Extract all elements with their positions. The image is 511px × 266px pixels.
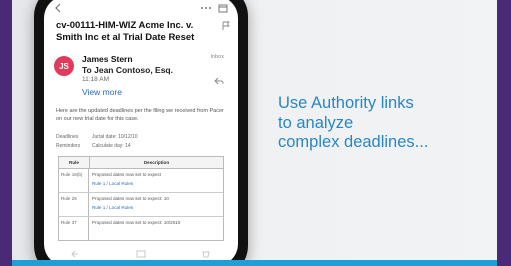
calendar-icon[interactable] bbox=[218, 3, 228, 13]
video-frame: cv-00111-HIM-WIZ Acme Inc. v. Smith Inc … bbox=[0, 0, 511, 266]
email-toolbar bbox=[54, 2, 228, 14]
meta-row: Deadlines Jurtal date: 10/12/10 bbox=[56, 132, 226, 141]
deadline-meta: Deadlines Jurtal date: 10/12/10 Reminder… bbox=[56, 132, 226, 150]
flag-icon[interactable] bbox=[222, 18, 230, 30]
table-row: Rule 37 Proposed dates now set to expect… bbox=[59, 217, 223, 240]
caption-line: complex deadlines... bbox=[278, 133, 429, 151]
description-text: Proposed dates now set to expect: 10/201… bbox=[92, 220, 181, 225]
phone-mockup: cv-00111-HIM-WIZ Acme Inc. v. Smith Inc … bbox=[34, 0, 248, 266]
back-arrow-icon[interactable] bbox=[54, 3, 64, 13]
authority-link[interactable]: Rule 1 / Local Rules bbox=[92, 181, 220, 187]
slide-background: cv-00111-HIM-WIZ Acme Inc. v. Smith Inc … bbox=[12, 0, 497, 266]
column-header-description: Description bbox=[143, 160, 170, 165]
slide-caption: Use Authority links to analyze complex d… bbox=[278, 94, 478, 153]
phone-screen: cv-00111-HIM-WIZ Acme Inc. v. Smith Inc … bbox=[44, 0, 238, 266]
bottom-toolbar bbox=[44, 248, 238, 260]
authority-link[interactable]: Rule 1 / Local Rules bbox=[92, 205, 220, 211]
deadlines-table: Rule Description Rule 16(b) Proposed dat… bbox=[58, 156, 224, 241]
sender-row: JS James Stern To Jean Contoso, Esq. 11:… bbox=[54, 54, 230, 100]
caption-line: Use Authority links bbox=[278, 94, 414, 112]
avatar[interactable]: JS bbox=[54, 56, 74, 76]
column-header-rule: Rule bbox=[59, 157, 90, 168]
rule-cell: Rule 16(b) bbox=[59, 169, 89, 192]
folder-label: Inbox bbox=[210, 54, 224, 60]
description-cell: Proposed dates now set to expect Rule 1 … bbox=[89, 169, 223, 192]
description-cell: Proposed dates now set to expect: 10 Rul… bbox=[89, 193, 223, 216]
meta-row: Reminders Calculate day: 14 bbox=[56, 141, 226, 150]
rule-cell: Rule 26 bbox=[59, 193, 89, 216]
table-row: Rule 26 Proposed dates now set to expect… bbox=[59, 193, 223, 217]
caption-line: to analyze bbox=[278, 113, 354, 132]
description-cell: Proposed dates now set to expect: 10/201… bbox=[89, 217, 223, 240]
accent-bar bbox=[12, 260, 497, 266]
sender-name[interactable]: James Stern bbox=[82, 54, 133, 64]
meta-key: Deadlines bbox=[56, 133, 79, 140]
email-body: Here are the updated deadlines per the f… bbox=[56, 108, 224, 122]
timestamp: 11:18 AM bbox=[82, 76, 109, 83]
meta-value: Calculate day: 14 bbox=[92, 142, 131, 149]
meta-key: Reminders bbox=[56, 142, 81, 149]
table-header: Rule Description bbox=[59, 157, 223, 169]
description-text: Proposed dates now set to expect bbox=[92, 172, 162, 177]
reply-icon[interactable] bbox=[214, 72, 224, 85]
email-subject: cv-00111-HIM-WIZ Acme Inc. v. Smith Inc … bbox=[56, 20, 195, 43]
recipient-line: To Jean Contoso, Esq. bbox=[82, 65, 173, 75]
meta-value: Jurtal date: 10/12/10 bbox=[92, 133, 138, 140]
description-text: Proposed dates now set to expect: 10 bbox=[92, 196, 169, 201]
more-options-icon[interactable] bbox=[200, 3, 211, 13]
table-row: Rule 16(b) Proposed dates now set to exp… bbox=[59, 169, 223, 193]
rule-cell: Rule 37 bbox=[59, 217, 89, 240]
view-more-link[interactable]: View more bbox=[82, 87, 122, 97]
